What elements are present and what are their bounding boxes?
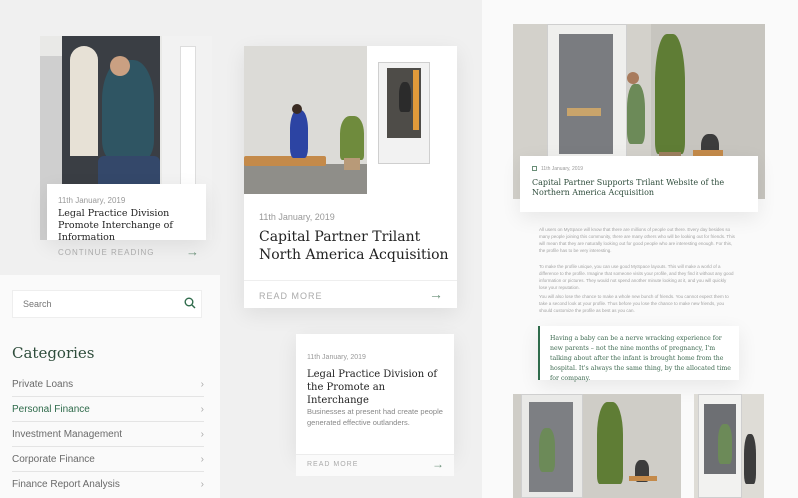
card-small-title[interactable]: Legal Practice Division Promote Intercha… — [58, 208, 200, 244]
divider — [244, 280, 457, 281]
quote-text: Having a baby can be a nerve wracking ex… — [550, 335, 731, 382]
chevron-right-icon: › — [200, 479, 204, 490]
category-label: Private Loans — [12, 378, 74, 390]
arrow-right-icon[interactable]: → — [186, 244, 199, 259]
gallery-photo-1 — [513, 394, 681, 498]
article-paragraph-3: You will also lose the chance to make a … — [539, 294, 729, 313]
category-label: Finance Report Analysis — [12, 479, 120, 490]
category-finance-report-analysis[interactable]: Finance Report Analysis › — [12, 472, 204, 497]
category-personal-finance[interactable]: Personal Finance › — [12, 397, 204, 422]
arrow-right-icon[interactable]: → — [429, 286, 443, 302]
card-main-title[interactable]: Capital Partner Trilant North America Ac… — [259, 228, 449, 264]
article-paragraph-2: To make the profile unique, you can use … — [539, 264, 734, 290]
category-private-loans[interactable]: Private Loans › — [12, 372, 204, 397]
article-paragraph-1: All users on MySpace will know that ther… — [539, 227, 735, 253]
card-text-excerpt: Businesses at present had create people … — [307, 407, 443, 427]
category-label: Investment Management — [12, 428, 123, 440]
chevron-right-icon: › — [200, 453, 204, 465]
chevron-right-icon: › — [200, 378, 204, 390]
card-text-read-more[interactable]: READ MORE — [307, 461, 358, 468]
card-text-footer: READ MORE → — [296, 454, 454, 476]
categories-title: Categories — [12, 344, 95, 362]
category-label: Corporate Finance — [12, 453, 95, 465]
category-label: Personal Finance — [12, 403, 90, 415]
search-input[interactable] — [13, 291, 163, 317]
calendar-icon — [532, 166, 537, 171]
card-main-read-more[interactable]: READ MORE — [259, 291, 323, 301]
card-text-title[interactable]: Legal Practice Division of the Promote a… — [307, 368, 449, 407]
card-small-read-more[interactable]: CONTINUE READING — [58, 248, 154, 257]
arrow-right-icon[interactable]: → — [432, 457, 444, 471]
card-main[interactable]: 11th January, 2019 Capital Partner Trila… — [244, 46, 457, 308]
chevron-right-icon: › — [200, 403, 204, 415]
chevron-right-icon: › — [200, 428, 204, 440]
card-main-photo — [244, 46, 457, 194]
category-investment-management[interactable]: Investment Management › — [12, 422, 204, 447]
article-header-card: 11th January, 2019 Capital Partner Suppo… — [520, 156, 758, 212]
category-corporate-finance[interactable]: Corporate Finance › — [12, 447, 204, 472]
search-icon[interactable] — [184, 297, 196, 312]
card-text-date: 11th January, 2019 — [307, 354, 366, 361]
search-box[interactable] — [12, 290, 202, 318]
card-main-date: 11th January, 2019 — [259, 212, 335, 222]
card-small-date: 11th January, 2019 — [58, 196, 126, 205]
card-small[interactable]: 11th January, 2019 Legal Practice Divisi… — [47, 184, 206, 243]
article-date: 11th January, 2019 — [541, 166, 584, 172]
article-title: Capital Partner Supports Trilant Website… — [532, 178, 725, 197]
gallery-photo-2 — [694, 394, 764, 498]
card-text[interactable]: 11th January, 2019 Legal Practice Divisi… — [296, 334, 454, 454]
article-blockquote: Having a baby can be a nerve wracking ex… — [538, 326, 739, 382]
